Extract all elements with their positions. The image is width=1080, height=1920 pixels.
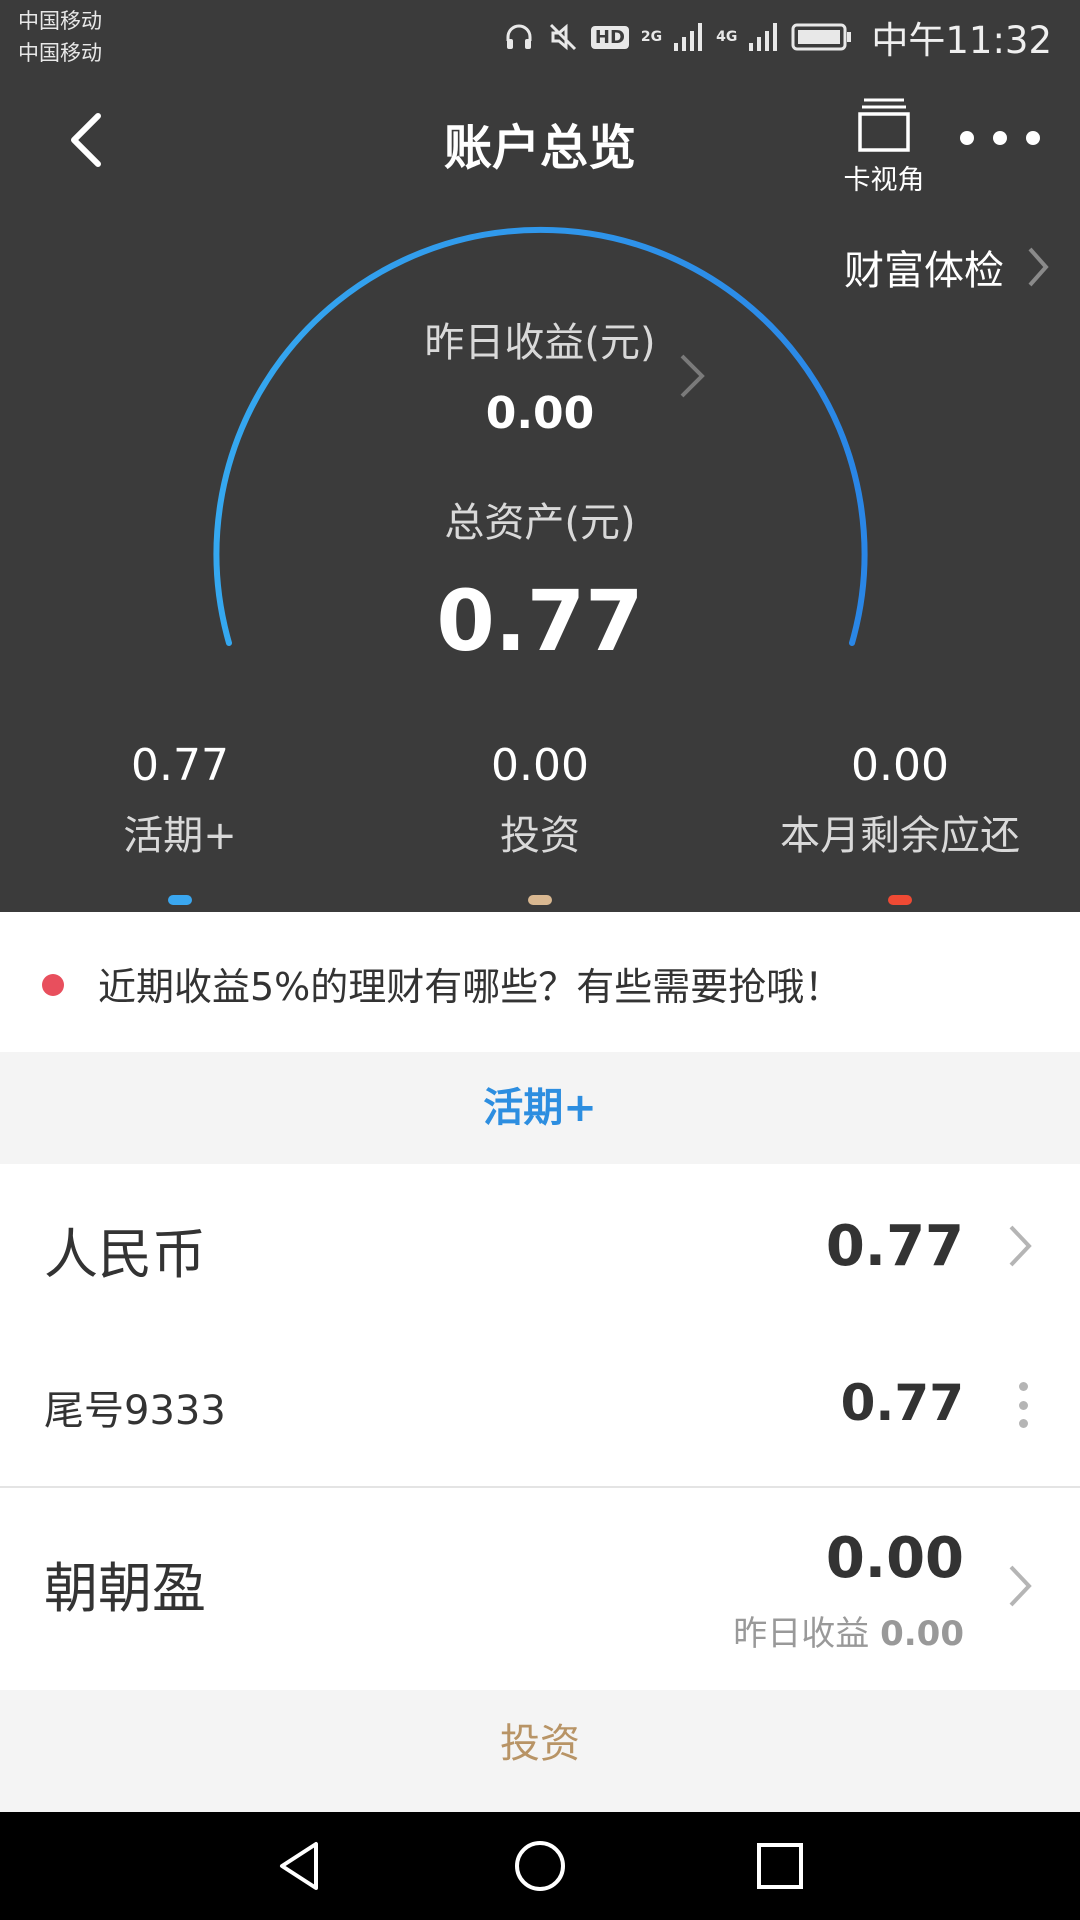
signal-icon [674,23,703,51]
yesterday-earnings-value[interactable]: 0.00 [0,388,1080,439]
stat-value: 0.00 [491,740,589,791]
clock: 中午11:32 [871,19,1052,62]
stat-indicator [888,895,912,905]
card-view-button[interactable]: 卡视角 [832,94,936,196]
stat-current-plus[interactable]: 0.77 活期+ [0,740,360,905]
stat-monthly-repayment[interactable]: 0.00 本月剩余应还 [720,740,1080,905]
kebab-menu-icon[interactable] [1016,1382,1030,1428]
yesterday-earnings-label: 昨日收益(元) [424,320,656,366]
stat-value: 0.00 [851,740,949,791]
card-view-label: 卡视角 [843,165,925,196]
wealth-check-link[interactable]: 财富体检 [844,238,1050,296]
row-card-tail[interactable]: 尾号9333 0.77 [0,1324,1080,1488]
promo-text: 近期收益5%的理财有哪些？有些需要抢哦！ [98,965,843,1009]
mute-icon [549,23,576,51]
hd-badge: HD [590,25,629,49]
stat-indicator [528,895,552,905]
stat-indicator [168,895,192,905]
row-value: 0.77 [840,1374,964,1432]
status-bar: 中国移动 中国移动 HD 2G 4G 中午11:32 [0,0,1080,72]
network-2g: 2G [640,29,663,45]
chevron-right-icon [1009,1565,1032,1607]
more-dot-icon [1026,131,1040,145]
nav-back-icon[interactable] [270,1836,330,1896]
row-sub-text: 昨日收益 0.00 [733,1606,964,1655]
more-menu-button[interactable] [960,118,1040,158]
row-value: 0.00 [825,1526,964,1591]
row-rmb[interactable]: 人民币 0.77 [0,1164,1080,1324]
promo-dot-icon [42,974,64,996]
total-assets-label: 总资产(元) [444,500,636,546]
section-header-current-plus: 活期+ [0,1052,1080,1164]
row-value: 0.77 [825,1214,964,1279]
section-header-investment: 投资 [0,1690,1080,1798]
card-stack-icon [858,98,910,152]
sub-value: 0.00 [880,1614,964,1654]
account-overview-header: 中国移动 中国移动 HD 2G 4G 中午11:32 账户总览 卡视角 财富体检 [0,0,1080,912]
signal-icon [749,23,778,51]
row-label: 人民币 [44,1223,206,1286]
carrier-1: 中国移动 [18,9,102,33]
network-4g: 4G [716,29,738,45]
row-zhaozhaoying[interactable]: 朝朝盈 0.00 昨日收益 0.00 [0,1488,1080,1690]
stat-value: 0.77 [131,740,229,791]
row-label: 朝朝盈 [44,1557,206,1620]
nav-recents-icon[interactable] [750,1836,810,1896]
nav-home-icon[interactable] [510,1836,570,1896]
stat-label: 投资 [500,813,580,859]
sub-label: 昨日收益 [733,1614,870,1654]
system-nav-bar [0,1812,1080,1920]
battery-icon [791,23,852,51]
chevron-right-icon [1009,1225,1032,1267]
stat-investment[interactable]: 0.00 投资 [360,740,720,905]
row-label: 尾号9333 [44,1388,226,1434]
chevron-right-icon [1028,247,1049,287]
more-dot-icon [960,131,974,145]
promo-banner[interactable]: 近期收益5%的理财有哪些？有些需要抢哦！ [0,912,1080,1052]
headphones-icon [506,24,532,49]
status-icons: HD 2G 4G 中午11:32 [503,14,1052,62]
carrier-2: 中国移动 [18,41,102,65]
total-assets-value: 0.77 [436,572,644,670]
stat-label: 活期+ [123,813,237,859]
wealth-check-label: 财富体检 [844,248,1004,294]
stat-label: 本月剩余应还 [780,813,1020,859]
chevron-right-icon[interactable] [676,350,710,402]
more-dot-icon [993,131,1007,145]
